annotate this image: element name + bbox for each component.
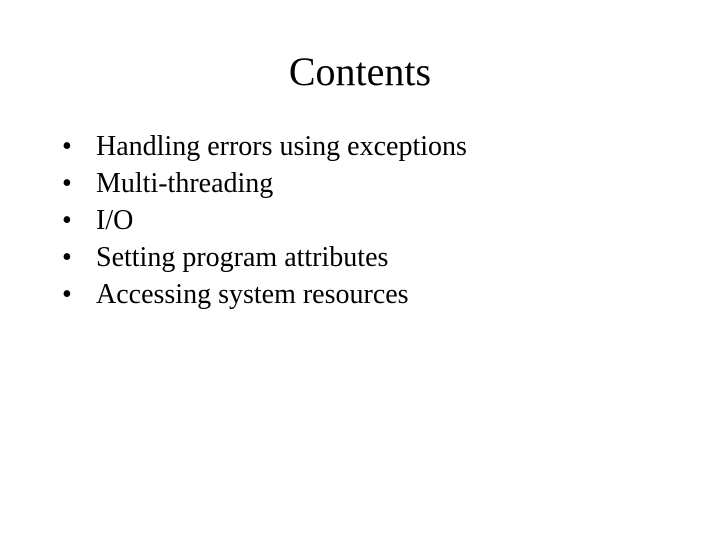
bullet-icon: • [62, 129, 96, 166]
bullet-icon: • [62, 277, 96, 314]
list-item-label: Setting program attributes [96, 240, 720, 277]
list-item-label: Handling errors using exceptions [96, 129, 720, 166]
slide-title: Contents [0, 48, 720, 95]
bullet-icon: • [62, 240, 96, 277]
bullet-list: • Handling errors using exceptions • Mul… [0, 129, 720, 314]
list-item: • Handling errors using exceptions [62, 129, 720, 166]
slide: Contents • Handling errors using excepti… [0, 0, 720, 540]
list-item-label: Accessing system resources [96, 277, 720, 314]
list-item: • I/O [62, 203, 720, 240]
list-item: • Multi-threading [62, 166, 720, 203]
list-item: • Setting program attributes [62, 240, 720, 277]
bullet-icon: • [62, 166, 96, 203]
bullet-icon: • [62, 203, 96, 240]
list-item: • Accessing system resources [62, 277, 720, 314]
list-item-label: I/O [96, 203, 720, 240]
list-item-label: Multi-threading [96, 166, 720, 203]
